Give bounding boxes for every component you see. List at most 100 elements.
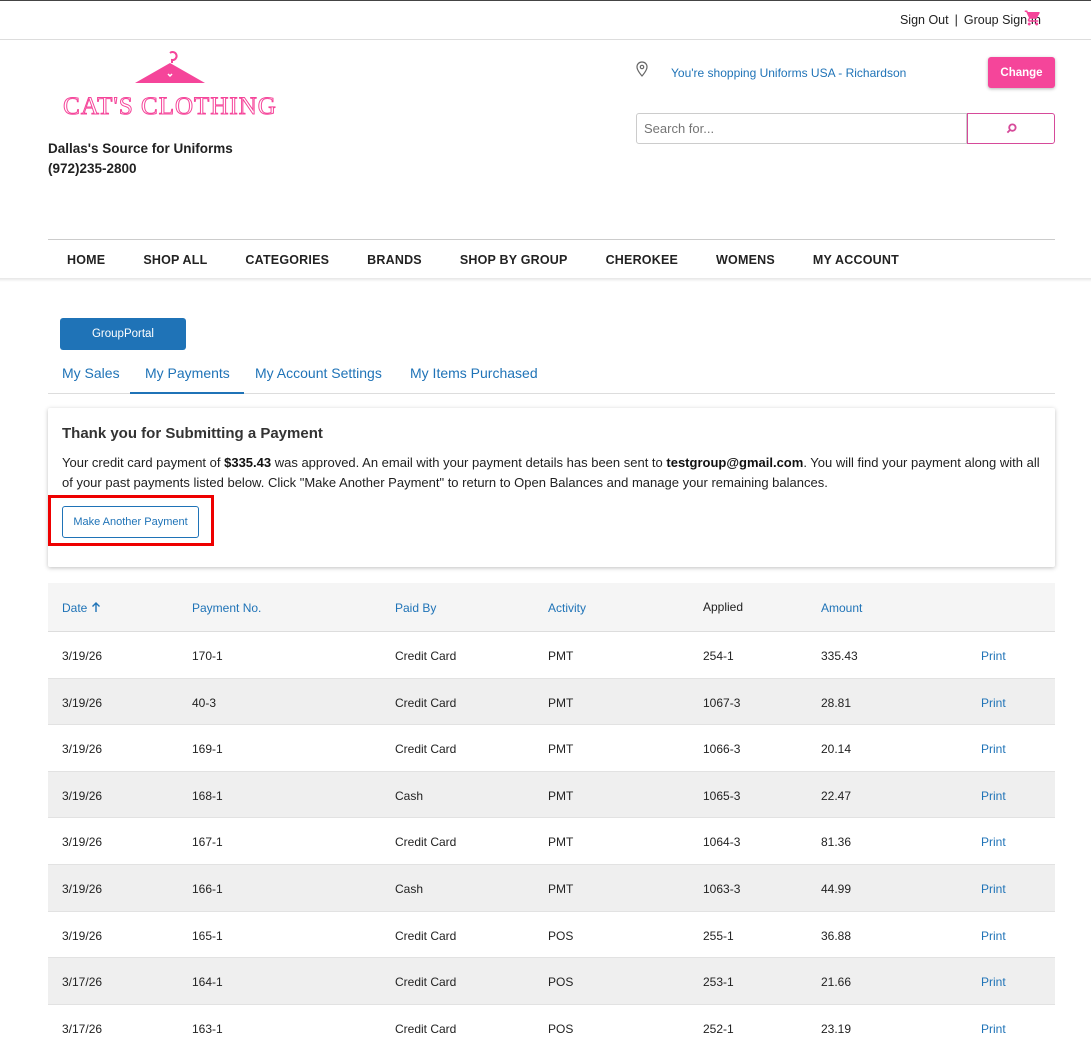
search-icon: [1006, 123, 1017, 134]
cell-date: 3/17/26: [62, 1021, 103, 1036]
cell-activity: PMT: [548, 742, 574, 757]
store-tagline: Dallas's Source for Uniforms (972)235-28…: [48, 139, 233, 179]
msg-mid: was approved. An email with your payment…: [271, 455, 667, 470]
cell-amount: 23.19: [821, 1021, 852, 1036]
cell-applied: 252-1: [703, 1021, 734, 1036]
nav-home[interactable]: HOME: [67, 253, 105, 267]
confirmation-title: Thank you for Submitting a Payment: [62, 425, 323, 442]
store-logo[interactable]: CAT'S CLOTHING: [55, 50, 285, 125]
table-row: 3/19/26 165-1 Credit Card POS 255-1 36.88 Prin…: [48, 912, 1055, 959]
cell-activity: PMT: [548, 881, 574, 896]
print-link[interactable]: Print: [981, 1022, 1006, 1036]
cell-paid-by: Cash: [395, 788, 424, 803]
nav-shop-by-group[interactable]: SHOP BY GROUP: [460, 253, 568, 267]
cell-applied: 254-1: [703, 649, 734, 663]
nav-divider: [0, 278, 1091, 282]
cell-activity: PMT: [548, 649, 574, 663]
table-body: 3/19/26 170-1 Credit Card PMT 254-1 335.43 Pri…: [48, 632, 1055, 1050]
cell-payment-no: 170-1: [192, 649, 223, 663]
cell-applied: 255-1: [703, 928, 734, 943]
header-payment-no[interactable]: Payment No.: [192, 601, 261, 615]
cell-payment-no: 166-1: [192, 881, 223, 896]
tab-my-account-settings[interactable]: My Account Settings: [255, 356, 382, 394]
logo-text: CAT'S CLOTHING: [63, 93, 277, 120]
nav-my-account[interactable]: MY ACCOUNT: [813, 253, 899, 267]
nav-shop-all[interactable]: SHOP ALL: [143, 253, 207, 267]
print-link[interactable]: Print: [981, 929, 1006, 943]
header-date-label: Date: [62, 601, 88, 615]
top-links: Sign Out | Group Sign In: [900, 13, 1041, 27]
cell-applied: 1065-3: [703, 788, 741, 803]
cell-payment-no: 168-1: [192, 788, 223, 803]
cell-paid-by: Cash: [395, 881, 424, 896]
cell-paid-by: Credit Card: [395, 835, 457, 850]
cell-applied: 1063-3: [703, 881, 741, 896]
hanger-logo-icon: CAT'S CLOTHING: [63, 51, 277, 121]
make-another-payment-button[interactable]: Make Another Payment: [62, 506, 199, 538]
cell-applied: 1067-3: [703, 695, 741, 710]
tab-my-items-purchased[interactable]: My Items Purchased: [410, 356, 538, 394]
cell-payment-no: 165-1: [192, 928, 223, 943]
cell-date: 3/19/26: [62, 928, 103, 943]
print-link[interactable]: Print: [981, 649, 1006, 663]
print-link[interactable]: Print: [981, 696, 1006, 710]
cell-activity: POS: [548, 928, 574, 943]
cell-date: 3/19/26: [62, 881, 103, 896]
tab-my-sales[interactable]: My Sales: [62, 356, 120, 394]
tab-my-payments[interactable]: My Payments: [130, 356, 244, 394]
store-location-link[interactable]: You're shopping Uniforms USA - Richardso…: [671, 66, 906, 80]
group-portal-button[interactable]: GroupPortal: [60, 318, 186, 350]
search-input[interactable]: [636, 113, 967, 144]
cell-amount: 81.36: [821, 835, 852, 850]
cell-paid-by: Credit Card: [395, 975, 457, 990]
cell-date: 3/19/26: [62, 695, 103, 710]
table-row: 3/19/26 166-1 Cash PMT 1063-3 44.99 Print: [48, 864, 1055, 912]
cell-date: 3/17/26: [62, 975, 103, 990]
payments-table: Date Payment No. Paid By Activity Applie…: [48, 583, 1055, 1050]
cell-amount: 21.66: [821, 975, 852, 990]
cell-payment-no: 167-1: [192, 835, 223, 850]
print-link[interactable]: Print: [981, 975, 1006, 989]
tagline-text: Dallas's Source for Uniforms: [48, 141, 233, 156]
change-store-button[interactable]: Change: [988, 57, 1055, 88]
search-button[interactable]: [967, 113, 1055, 144]
sign-out-link[interactable]: Sign Out: [900, 13, 949, 27]
cell-payment-no: 163-1: [192, 1021, 223, 1036]
cell-applied: 253-1: [703, 975, 734, 990]
header-paid-by[interactable]: Paid By: [395, 601, 436, 615]
print-link[interactable]: Print: [981, 789, 1006, 803]
nav-categories[interactable]: CATEGORIES: [245, 253, 329, 267]
print-link[interactable]: Print: [981, 742, 1006, 756]
cell-activity: PMT: [548, 835, 574, 850]
table-row: 3/19/26 168-1 Cash PMT 1065-3 22.47 Print: [48, 771, 1055, 819]
cell-amount: 22.47: [821, 788, 852, 803]
print-link[interactable]: Print: [981, 835, 1006, 849]
nav-cherokee[interactable]: CHEROKEE: [606, 253, 678, 267]
cell-activity: PMT: [548, 788, 574, 803]
main-nav: HOME SHOP ALL CATEGORIES BRANDS SHOP BY …: [48, 239, 1055, 279]
cell-activity: POS: [548, 1021, 574, 1036]
nav-brands[interactable]: BRANDS: [367, 253, 422, 267]
msg-pre: Your credit card payment of: [62, 455, 225, 470]
top-links-separator: |: [954, 13, 958, 27]
nav-womens[interactable]: WOMENS: [716, 253, 775, 267]
print-link[interactable]: Print: [981, 882, 1006, 896]
cell-paid-by: Credit Card: [395, 649, 457, 663]
payment-amount: $335.43: [224, 455, 272, 470]
cell-amount: 44.99: [821, 881, 852, 896]
cell-date: 3/19/26: [62, 835, 103, 850]
header-amount[interactable]: Amount: [821, 601, 862, 615]
header-activity[interactable]: Activity: [548, 601, 586, 615]
table-header: Date Payment No. Paid By Activity Applie…: [48, 583, 1055, 632]
location-pin-icon: [636, 61, 648, 77]
sort-ascending-icon: [92, 602, 101, 612]
header-applied: Applied: [703, 600, 744, 614]
cell-payment-no: 164-1: [192, 975, 223, 990]
cell-payment-no: 40-3: [192, 695, 217, 710]
header-date[interactable]: Date: [62, 601, 101, 615]
cell-applied: 1064-3: [703, 835, 741, 850]
cell-date: 3/19/26: [62, 788, 103, 803]
cell-date: 3/19/26: [62, 742, 103, 757]
cart-icon[interactable]: [1024, 9, 1042, 27]
account-tabs: My Sales My Payments My Account Settings…: [48, 356, 1055, 394]
